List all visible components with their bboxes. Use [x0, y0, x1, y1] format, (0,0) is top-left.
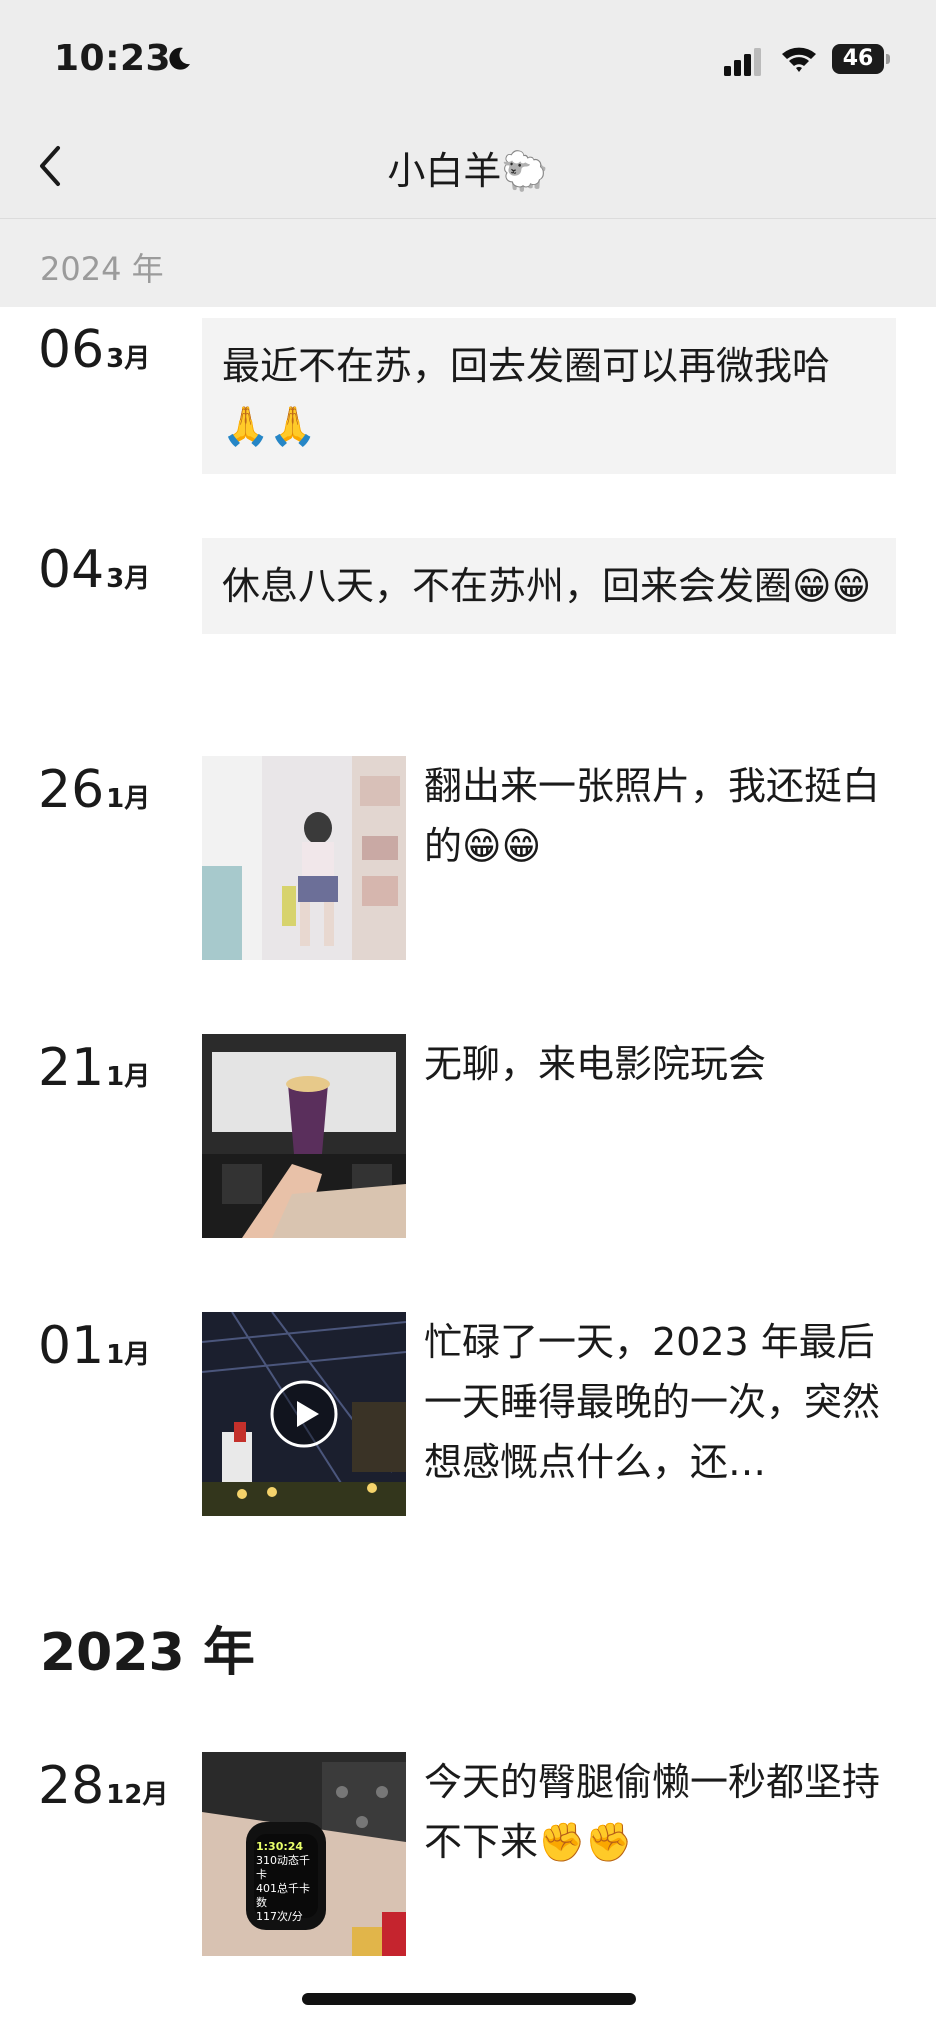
battery-indicator: 46 — [832, 44, 890, 74]
post-text[interactable]: 休息八天，不在苏州，回来会发圈😁😁 — [202, 538, 896, 634]
moon-icon — [169, 47, 190, 70]
play-icon[interactable] — [269, 1379, 339, 1449]
year-heading: 2023 年 — [40, 1623, 255, 1683]
post-month: 1月 — [106, 1340, 151, 1370]
battery-tip — [886, 54, 890, 64]
post-text[interactable]: 忙碌了一天，2023 年最后一天睡得最晚的一次，突然想感慨点什么，还… — [424, 1312, 894, 1492]
post-date: 043月 — [38, 544, 150, 596]
post-day: 01 — [38, 1316, 105, 1376]
post-date: 063月 — [38, 324, 150, 376]
post-text[interactable]: 翻出来一张照片，我还挺白的😁😁 — [424, 756, 894, 876]
post-photo-thumbnail[interactable] — [202, 1034, 406, 1238]
battery-level: 46 — [832, 44, 884, 74]
home-indicator[interactable] — [302, 1993, 636, 2005]
watch-active-cal: 310动态千卡 — [256, 1854, 310, 1881]
cellular-signal-icon — [724, 48, 761, 76]
post-month: 3月 — [106, 344, 151, 374]
post-text[interactable]: 今天的臀腿偷懒一秒都坚持不下来✊✊ — [424, 1752, 894, 1872]
post-month: 1月 — [106, 1062, 151, 1092]
post-photo-thumbnail[interactable]: 1:30:24 310动态千卡 401总千卡数 117次/分 — [202, 1752, 406, 1956]
wifi-icon — [782, 47, 816, 72]
watch-time: 1:30:24 — [256, 1840, 304, 1853]
post-date: 211月 — [38, 1042, 150, 1094]
cinema-popcorn-image — [202, 1034, 406, 1238]
post-day: 21 — [38, 1038, 105, 1098]
post-photo-thumbnail[interactable] — [202, 756, 406, 960]
post-month: 12月 — [106, 1780, 169, 1810]
post-video-thumbnail[interactable] — [202, 1312, 406, 1516]
post-date: 011月 — [38, 1320, 150, 1372]
status-time: 10:23 — [54, 38, 172, 79]
post-date: 2812月 — [38, 1760, 168, 1812]
post-month: 1月 — [106, 784, 151, 814]
page-title: 小白羊🐑 — [387, 149, 549, 193]
post-text[interactable]: 无聊，来电影院玩会 — [424, 1034, 894, 1094]
post-day: 04 — [38, 540, 105, 600]
post-month: 3月 — [106, 564, 151, 594]
post-day: 28 — [38, 1756, 105, 1816]
watch-heart-rate: 117次/分 — [256, 1910, 303, 1923]
post-date: 261月 — [38, 764, 150, 816]
girl-photo-image — [202, 756, 406, 960]
sticky-year-label: 2024 年 — [40, 250, 164, 288]
post-text[interactable]: 最近不在苏，回去发圈可以再微我哈🙏🙏 — [202, 318, 896, 474]
post-day: 06 — [38, 320, 105, 380]
watch-screen: 1:30:24 310动态千卡 401总千卡数 117次/分 — [256, 1840, 316, 1924]
post-day: 26 — [38, 760, 105, 820]
watch-total-cal: 401总千卡数 — [256, 1882, 310, 1909]
